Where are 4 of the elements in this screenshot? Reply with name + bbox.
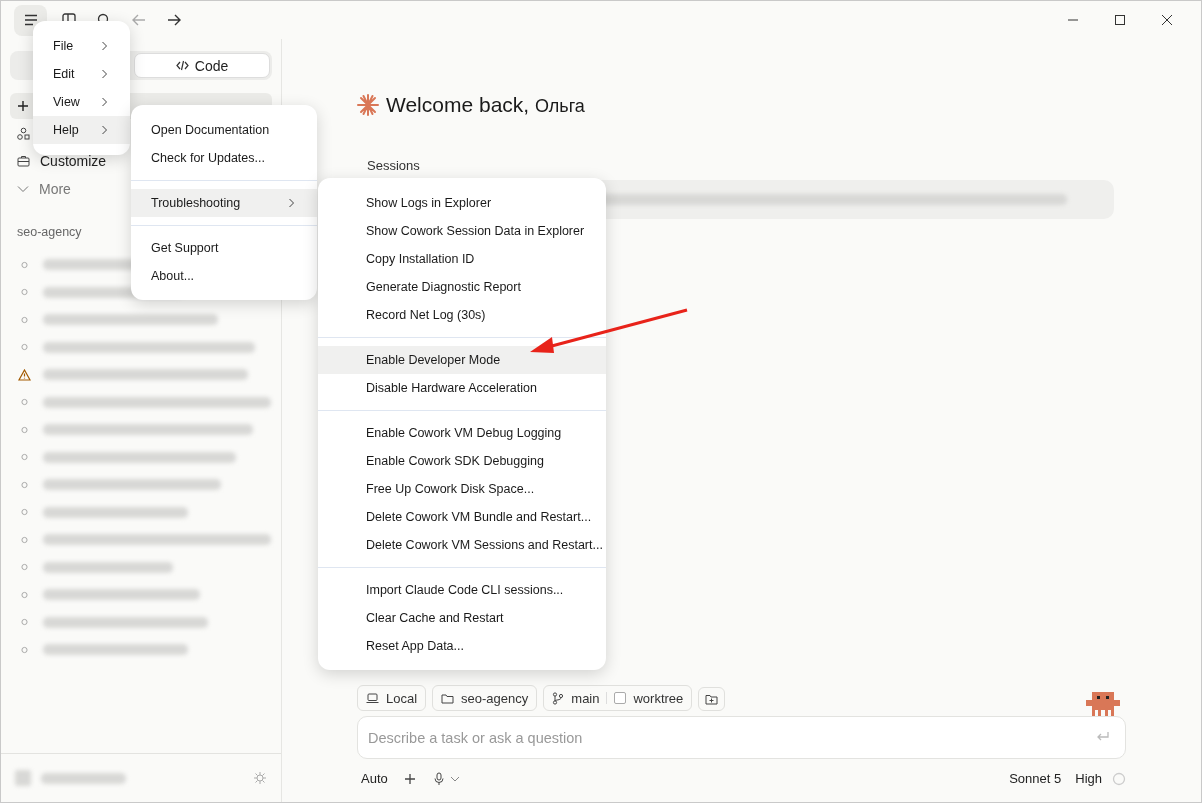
sessions-heading: Sessions xyxy=(366,158,421,173)
welcome-heading: Welcome back, Ольга xyxy=(386,93,585,117)
project-heading: seo-agency xyxy=(16,225,83,241)
worktree-label: worktree xyxy=(633,690,684,706)
